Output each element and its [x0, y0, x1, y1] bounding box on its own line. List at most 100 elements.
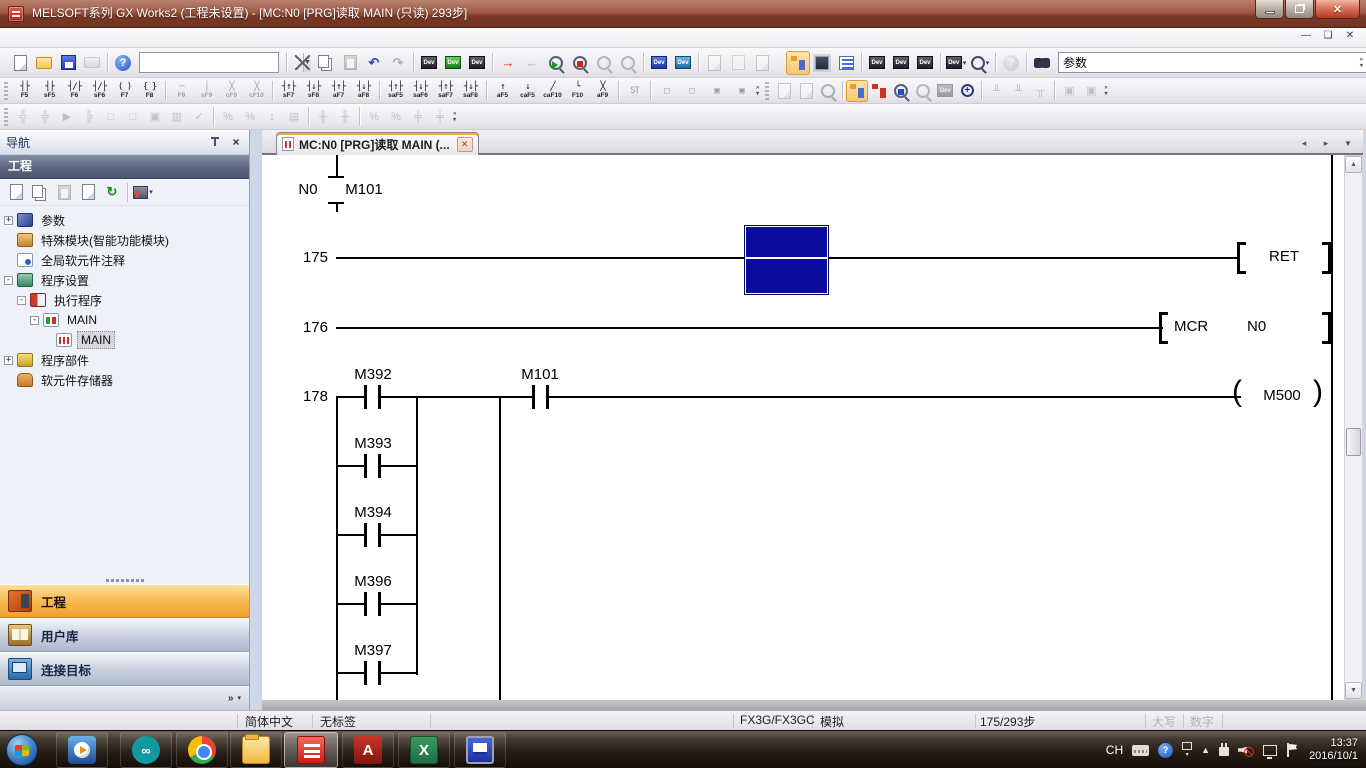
rising-pulse-op-icon[interactable]: ↑aF5 — [490, 79, 515, 102]
network-icon[interactable] — [1263, 745, 1277, 756]
language-indicator[interactable]: CH — [1106, 743, 1123, 757]
rising-pulse-icon[interactable]: ┤↑├sF7 — [276, 79, 301, 102]
cross-reference-icon[interactable]: ▾ — [1030, 51, 1054, 75]
toolbar-grip[interactable] — [4, 108, 8, 126]
tree-item-label[interactable]: 特殊模块(智能功能模块) — [38, 231, 172, 250]
navigation-close-icon[interactable]: × — [229, 135, 243, 149]
mcr-instruction[interactable]: MCR — [1174, 318, 1234, 335]
contact-label[interactable]: M393 — [337, 435, 409, 452]
device-find-icon[interactable]: ▾ — [968, 51, 992, 75]
help-icon[interactable]: ?▾ — [111, 51, 135, 75]
document-edit-icon[interactable]: ▾ — [750, 51, 774, 75]
close-button[interactable]: ✕ — [1315, 0, 1360, 19]
find-combo-input[interactable] — [140, 56, 303, 70]
mdi-close-button[interactable]: ✕ — [1344, 30, 1356, 41]
tree-item-label[interactable]: MAIN — [77, 331, 115, 349]
intelligent-module-icon[interactable]: ▾ — [810, 51, 834, 75]
tree-expand-icon[interactable] — [4, 376, 13, 385]
edit2-icon-19[interactable]: ╪ — [429, 106, 451, 128]
copy-icon[interactable]: ▾ — [314, 51, 338, 75]
comment-display-icon-1[interactable]: ▣▾ — [1058, 80, 1080, 102]
edit2-icon-9[interactable]: ✓ — [188, 106, 210, 128]
tree-item-main[interactable]: - MAIN — [0, 310, 249, 330]
taskbar-arduino[interactable] — [120, 732, 172, 768]
tree-item-label[interactable]: MAIN — [64, 312, 100, 328]
mcr-operand[interactable]: N0 — [1247, 318, 1287, 335]
taskbar-explorer[interactable] — [230, 732, 282, 768]
tree-item-label[interactable]: 参数 — [38, 211, 68, 230]
nav-user-library-button[interactable]: 用户库 — [0, 618, 249, 652]
comment-display-icon-2[interactable]: ▣▾ — [1080, 80, 1102, 102]
edit2-icon-12[interactable]: ↕ — [261, 106, 283, 128]
save-project-icon[interactable]: ▾ — [56, 51, 80, 75]
clock[interactable]: 13:37 2016/10/1 — [1309, 737, 1358, 763]
device-memory-icon[interactable]: Dev▾ — [671, 51, 695, 75]
read-mode-icon[interactable]: ▾ — [846, 80, 868, 102]
device-test-icon[interactable]: Dev▾ — [934, 80, 956, 102]
tree-expand-icon[interactable]: - — [4, 276, 13, 285]
open-project-icon[interactable]: ▾ — [32, 51, 56, 75]
contact-label[interactable]: M101 — [504, 366, 576, 383]
nav-project-button[interactable]: 工程 — [0, 584, 249, 618]
pin-icon[interactable] — [209, 136, 221, 148]
tree-item-label[interactable]: 执行程序 — [51, 291, 105, 310]
start-monitor-icon[interactable]: ▾ — [544, 51, 568, 75]
edit2-icon-8[interactable]: ▥ — [166, 106, 188, 128]
tab-list-icon[interactable]: ▼ — [1340, 136, 1356, 150]
mdi-minimize-button[interactable]: — — [1300, 30, 1312, 41]
edit2-icon-7[interactable]: ▣ — [144, 106, 166, 128]
action-center-icon[interactable] — [1286, 743, 1298, 757]
edit2-icon-3[interactable]: ▶ — [56, 106, 78, 128]
taskbar-autocad[interactable] — [342, 732, 394, 768]
volume-muted-icon[interactable] — [1238, 744, 1254, 757]
rising-pulse-close-icon[interactable]: ┤↑├saF5 — [383, 79, 408, 102]
device-grid-icon[interactable]: Dev▾ — [889, 51, 913, 75]
online-program-change-icon[interactable]: →▾ — [496, 51, 520, 75]
edit2-icon-13[interactable]: ▤ — [283, 106, 305, 128]
device-display-mode-icon-3[interactable]: ╥▾ — [1029, 80, 1051, 102]
edit2-icon-14[interactable]: ╫ — [312, 106, 334, 128]
zoom-icon[interactable]: +▾ — [956, 80, 978, 102]
toolbar-overflow-icon[interactable]: »▾ — [1104, 85, 1107, 97]
redo-icon[interactable]: ↷▾ — [386, 51, 410, 75]
panel-menu-icon[interactable]: ▾ — [237, 694, 241, 702]
data-property-icon[interactable]: ▾ — [76, 180, 100, 204]
paste-icon[interactable]: ▾ — [338, 51, 362, 75]
restore-panel-icon[interactable]: ▾ — [1182, 742, 1192, 758]
resume-monitor-icon[interactable]: ▾ — [616, 51, 640, 75]
toolbar-grip[interactable] — [4, 82, 8, 100]
open-branch-icon[interactable]: ┤├sF5 — [37, 79, 62, 102]
contact-label[interactable]: M396 — [337, 573, 409, 590]
rising-pulse-branch-icon[interactable]: ┤↑├aF7 — [326, 79, 351, 102]
statement-display-icon[interactable]: ▾ — [773, 80, 795, 102]
tree-item-global-comment[interactable]: 全局软元件注释 — [0, 250, 249, 270]
note-icon[interactable]: ▾ — [726, 51, 750, 75]
write-mode-icon[interactable]: ▾ — [868, 80, 890, 102]
verify-with-plc-icon[interactable]: Dev▾ — [465, 51, 489, 75]
show-hidden-icons[interactable]: ▲ — [1201, 745, 1210, 755]
tree-expand-icon[interactable] — [43, 336, 52, 345]
falling-pulse-icon[interactable]: ┤↓├sF8 — [301, 79, 326, 102]
edit2-icon-17[interactable]: % — [385, 106, 407, 128]
panel-splitter-handle[interactable] — [0, 576, 249, 584]
ladder-edit-icon-2[interactable]: □ — [679, 79, 704, 102]
contact-label[interactable]: M392 — [337, 366, 409, 383]
undo-icon[interactable]: ↶▾ — [362, 51, 386, 75]
tree-item-main-ladder[interactable]: MAIN — [0, 330, 249, 350]
device-comment-view-icon[interactable]: Dev▾ — [865, 51, 889, 75]
tree-expand-icon[interactable] — [4, 256, 13, 265]
toolbar-overflow-icon[interactable]: »▾ — [453, 111, 456, 123]
tab-main-ladder[interactable]: MC:N0 [PRG]读取 MAIN (... ✕ — [276, 132, 479, 155]
falling-pulse-close-icon[interactable]: ┤↓├saF6 — [408, 79, 433, 102]
taskbar-excel[interactable] — [398, 732, 450, 768]
coil-icon[interactable]: ( )F7 — [112, 79, 137, 102]
falling-pulse-close-branch-icon[interactable]: ┤↓├saF8 — [458, 79, 483, 102]
ladder-cursor[interactable] — [745, 226, 828, 294]
write-to-plc-icon[interactable]: Dev▾ — [417, 51, 441, 75]
monitor-write-mode-icon[interactable]: ▾ — [912, 80, 934, 102]
power-icon[interactable] — [1219, 747, 1229, 756]
nav-connection-button[interactable]: 连接目标 — [0, 652, 249, 686]
keyboard-icon[interactable] — [1132, 745, 1149, 756]
find-combo[interactable]: ▼ — [139, 52, 279, 73]
help-tray-icon[interactable]: ? — [1158, 743, 1173, 758]
